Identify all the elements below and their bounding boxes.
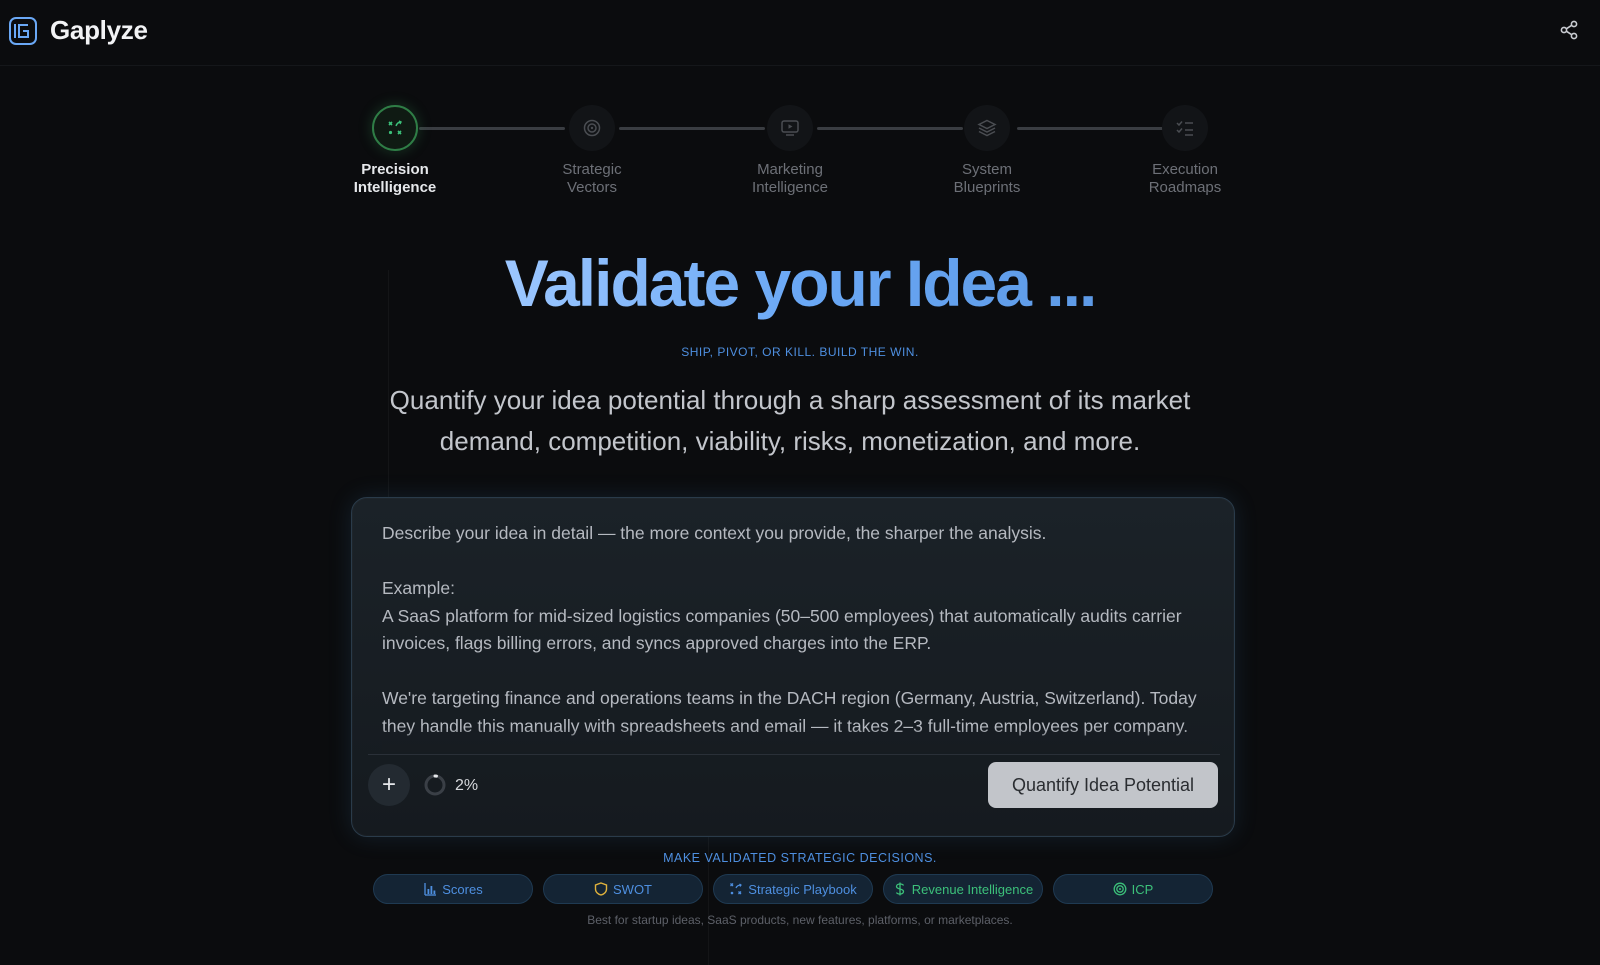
progress-stepper: Precision Intelligence Strategic Vectors — [335, 100, 1245, 200]
step-label-line: Execution — [1152, 161, 1218, 178]
shield-icon — [594, 882, 608, 896]
step-label-line: Intelligence — [353, 179, 437, 196]
step-label-line: Roadmaps — [1148, 179, 1222, 196]
step-system-blueprints[interactable]: System Blueprints — [927, 100, 1047, 197]
chip-revenue-intelligence[interactable]: Revenue Intelligence — [883, 874, 1043, 904]
share-icon[interactable] — [1558, 19, 1580, 41]
step-strategic-vectors[interactable]: Strategic Vectors — [532, 100, 652, 197]
idea-input-card: Describe your idea in detail — the more … — [351, 497, 1235, 837]
features-footnote: Best for startup ideas, SaaS products, n… — [587, 913, 1013, 927]
step-label-line: Intelligence — [752, 179, 828, 196]
hero-description: Quantify your idea potential through a s… — [389, 385, 1191, 456]
hero-tagline: SHIP, PIVOT, OR KILL. BUILD THE WIN. — [681, 345, 919, 359]
app-name: Gaplyze — [50, 15, 148, 45]
chip-icp[interactable]: ICP — [1053, 874, 1213, 904]
chip-label: Revenue Intelligence — [911, 881, 1034, 897]
progress-percentage: 2% — [455, 777, 479, 794]
placeholder-example-label: Example: — [382, 578, 455, 598]
card-divider — [368, 754, 1220, 755]
top-header: Gaplyze — [0, 0, 1600, 66]
step-label-line: Marketing — [757, 161, 823, 178]
layers-icon — [977, 119, 997, 137]
chip-strategic-playbook[interactable]: Strategic Playbook — [713, 874, 873, 904]
chip-label: SWOT — [613, 881, 652, 897]
add-attachment-button[interactable]: + — [368, 764, 410, 806]
step-execution-roadmaps[interactable]: Execution Roadmaps — [1125, 100, 1245, 197]
step-circle — [1162, 105, 1208, 151]
step-precision-intelligence[interactable]: Precision Intelligence — [335, 100, 455, 197]
textarea-fade — [382, 728, 1212, 752]
chip-label: Scores — [442, 881, 483, 897]
step-label-line: System — [961, 161, 1012, 178]
target-icon — [583, 119, 601, 137]
chip-scores[interactable]: Scores — [373, 874, 533, 904]
target-icon — [1113, 882, 1127, 896]
hero-title: Validate your Idea ... — [0, 245, 1600, 321]
bar-chart-icon — [424, 883, 437, 896]
feature-chips: Scores SWOT Strategic Playbook Revenue I… — [373, 874, 1213, 904]
gaplyze-logo-icon — [9, 16, 37, 45]
progress-ring-icon — [424, 774, 446, 796]
idea-textarea[interactable]: Describe your idea in detail — the more … — [382, 520, 1212, 752]
step-label-line: Vectors — [566, 179, 618, 196]
step-circle — [372, 105, 418, 151]
chip-label: Strategic Playbook — [748, 881, 857, 897]
step-label-line: Blueprints — [953, 179, 1021, 196]
chip-swot[interactable]: SWOT — [543, 874, 703, 904]
step-circle — [964, 105, 1010, 151]
step-marketing-intelligence[interactable]: Marketing Intelligence — [730, 100, 850, 197]
chip-label: ICP — [1131, 881, 1154, 897]
placeholder-example-p1: A SaaS platform for mid-sized logistics … — [382, 605, 1182, 654]
quantify-idea-button[interactable]: Quantify Idea Potential — [988, 762, 1218, 808]
placeholder-intro: Describe your idea in detail — the more … — [382, 523, 1047, 543]
step-circle — [767, 105, 813, 151]
plus-icon: + — [381, 771, 396, 798]
dollar-icon — [895, 882, 904, 896]
checklist-icon — [1176, 121, 1193, 136]
monitor-play-icon — [781, 120, 799, 136]
sparkle-arrows-icon — [388, 120, 402, 135]
step-circle — [569, 105, 615, 151]
sparkle-arrows-icon — [730, 883, 743, 895]
features-label: MAKE VALIDATED STRATEGIC DECISIONS. — [663, 851, 937, 865]
step-label-line: Precision — [361, 161, 429, 178]
brand[interactable]: Gaplyze — [8, 15, 148, 46]
step-label-line: Strategic — [562, 161, 622, 178]
hero-title-text: Validate your Idea ... — [504, 246, 1098, 320]
